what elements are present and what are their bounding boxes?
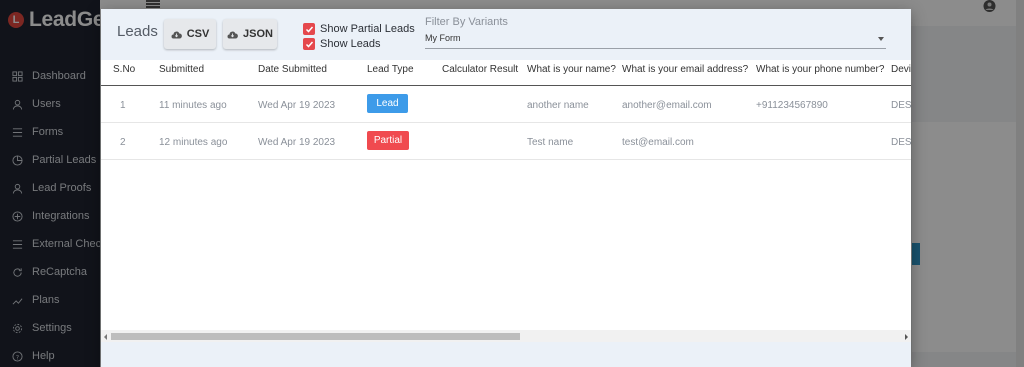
table-horizontal-scrollbar[interactable] (101, 330, 911, 342)
variant-select[interactable]: My Form (425, 31, 886, 49)
cell-sno: 1 (120, 100, 126, 111)
cloud-download-icon (227, 31, 238, 38)
cell-name: another name (527, 100, 589, 111)
cell-sno: 2 (120, 137, 126, 148)
json-label: JSON (243, 28, 273, 40)
column-header-submitted[interactable]: Submitted (159, 64, 204, 75)
cell-email: another@email.com (622, 100, 712, 111)
modal-footer (101, 342, 911, 367)
column-header-phone[interactable]: What is your phone number? (756, 64, 884, 75)
column-header-date-submitted[interactable]: Date Submitted (258, 64, 327, 75)
table-row[interactable]: 2 12 minutes ago Wed Apr 19 2023 Partial… (101, 123, 911, 160)
filter-variants-label: Filter By Variants (425, 16, 508, 28)
cell-date: Wed Apr 19 2023 (258, 100, 336, 111)
checkbox-checked-icon[interactable] (303, 23, 315, 35)
cell-device: DES (891, 100, 911, 111)
cell-email: test@email.com (622, 137, 694, 148)
caret-down-icon (878, 37, 884, 41)
show-leads-label: Show Leads (320, 38, 381, 50)
variant-select-value: My Form (425, 33, 461, 43)
checkbox-checked-icon[interactable] (303, 38, 315, 50)
lead-type-badge: Lead (367, 94, 408, 113)
column-header-name[interactable]: What is your name? (527, 64, 616, 75)
column-header-lead-type[interactable]: Lead Type (367, 64, 414, 75)
cell-date: Wed Apr 19 2023 (258, 137, 336, 148)
show-partial-leads-checkbox[interactable]: Show Partial Leads (303, 23, 415, 35)
show-leads-checkbox[interactable]: Show Leads (303, 38, 381, 50)
cell-submitted: 12 minutes ago (159, 137, 228, 148)
json-download-button[interactable]: JSON (223, 19, 277, 49)
cell-name: Test name (527, 137, 574, 148)
column-header-sno[interactable]: S.No (113, 64, 135, 75)
column-header-calculator-result[interactable]: Calculator Result (442, 64, 518, 75)
scrollbar-thumb[interactable] (111, 333, 520, 340)
cloud-download-icon (171, 31, 182, 38)
table-row[interactable]: 1 11 minutes ago Wed Apr 19 2023 Lead an… (101, 86, 911, 123)
scroll-left-icon[interactable] (104, 334, 107, 340)
cell-phone: +911234567890 (756, 100, 828, 111)
table-header: S.No Submitted Date Submitted Lead Type … (101, 60, 911, 86)
csv-download-button[interactable]: CSV (164, 19, 216, 49)
modal-title: Leads (117, 23, 158, 40)
column-header-device[interactable]: Devi (891, 64, 911, 75)
lead-type-badge: Partial (367, 131, 409, 150)
leads-modal: Leads CSV JSON Show Partial Leads Show L… (101, 9, 911, 367)
show-partial-leads-label: Show Partial Leads (320, 23, 415, 35)
column-header-email[interactable]: What is your email address? (622, 64, 748, 75)
leads-table: S.No Submitted Date Submitted Lead Type … (101, 60, 911, 160)
modal-header: Leads CSV JSON Show Partial Leads Show L… (101, 9, 911, 60)
cell-submitted: 11 minutes ago (159, 100, 227, 111)
scroll-right-icon[interactable] (905, 334, 908, 340)
csv-label: CSV (186, 28, 210, 40)
cell-device: DES (891, 137, 911, 148)
